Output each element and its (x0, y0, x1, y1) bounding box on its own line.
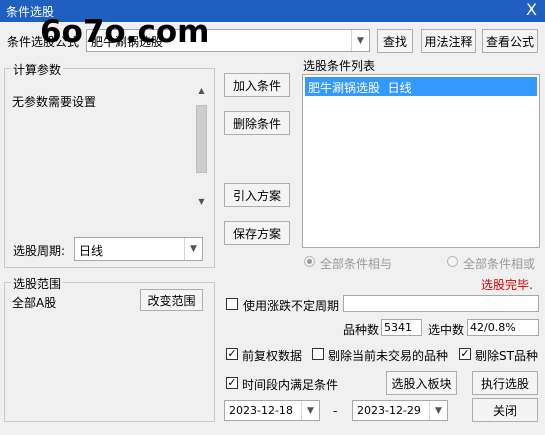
date-separator: - (333, 404, 338, 418)
chevron-down-icon[interactable]: ▼ (351, 30, 369, 51)
usage-button[interactable]: 用法注释 (421, 29, 476, 53)
delete-condition-button[interactable]: 删除条件 (224, 111, 290, 135)
exclude-st-checkbox[interactable]: ✓ (459, 348, 471, 360)
import-plan-button[interactable]: 引入方案 (224, 183, 290, 207)
close-button[interactable]: 关闭 (472, 398, 538, 422)
scroll-up-icon[interactable]: ▲ (194, 83, 209, 98)
stock-count-field: 5341 (381, 319, 422, 336)
exclude-untraded-checkbox[interactable] (312, 348, 324, 360)
scroll-down-icon[interactable]: ▼ (194, 194, 209, 209)
time-range-label: 时间段内满足条件 (242, 378, 339, 392)
view-formula-button[interactable]: 查看公式 (482, 29, 538, 53)
condition-list[interactable]: 肥牛涮锅选股 日线 (302, 74, 540, 248)
no-params-text: 无参数需要设置 (12, 95, 97, 109)
list-item-label: 肥牛涮锅选股 日线 (308, 81, 412, 95)
selected-count-value: 42/0.8% (470, 321, 516, 334)
params-scrollbar[interactable]: ▲ ▼ (194, 83, 209, 209)
variable-period-input[interactable] (343, 295, 539, 312)
status-text: 选股完毕. (481, 278, 533, 292)
exclude-untraded-label: 剔除当前未交易的品种 (328, 349, 449, 363)
watermark: 6o7o.com (40, 14, 210, 50)
or-radio-label: 全部条件相或 (463, 257, 536, 271)
start-date-value: 2023-12-18 (229, 404, 293, 417)
stock-count-value: 5341 (384, 321, 412, 334)
run-button[interactable]: 执行选股 (472, 371, 538, 395)
end-date-value: 2023-12-29 (357, 404, 421, 417)
and-radio-label: 全部条件相与 (320, 257, 393, 271)
add-condition-button[interactable]: 加入条件 (224, 73, 290, 97)
save-plan-button[interactable]: 保存方案 (224, 221, 290, 245)
period-select-value: 日线 (79, 244, 104, 258)
chevron-down-icon[interactable]: ▼ (184, 238, 202, 260)
pre-adjust-checkbox[interactable]: ✓ (226, 348, 238, 360)
pre-adjust-label: 前复权数据 (242, 349, 303, 363)
chevron-down-icon[interactable]: ▼ (301, 401, 319, 420)
scope-group-label: 选股范围 (11, 275, 64, 292)
period-label: 选股周期: (13, 244, 66, 258)
selected-count-field: 42/0.8% (467, 319, 539, 336)
close-icon[interactable]: X (526, 0, 537, 20)
find-button[interactable]: 查找 (377, 29, 413, 53)
variable-period-checkbox[interactable] (226, 298, 238, 310)
time-range-checkbox[interactable]: ✓ (226, 377, 238, 389)
or-radio[interactable] (447, 256, 458, 267)
variable-period-label: 使用涨跌不定周期 (243, 299, 340, 313)
selected-count-label: 选中数 (428, 323, 465, 337)
end-date-picker[interactable]: 2023-12-29 ▼ (352, 400, 448, 421)
list-item[interactable]: 肥牛涮锅选股 日线 (305, 77, 537, 96)
change-scope-button[interactable]: 改变范围 (140, 289, 203, 311)
to-block-button[interactable]: 选股入板块 (386, 371, 457, 395)
condition-list-label: 选股条件列表 (303, 59, 376, 73)
start-date-picker[interactable]: 2023-12-18 ▼ (224, 400, 320, 421)
chevron-down-icon[interactable]: ▼ (429, 401, 447, 420)
and-radio[interactable] (304, 256, 315, 267)
scroll-thumb[interactable] (196, 105, 207, 173)
period-select[interactable]: 日线 ▼ (74, 237, 203, 261)
scope-value: 全部A股 (12, 296, 57, 310)
scope-group: 选股范围 全部A股 改变范围 (4, 275, 215, 422)
stock-count-label: 品种数 (343, 323, 380, 337)
params-group: 计算参数 无参数需要设置 ▲ ▼ 选股周期: 日线 ▼ (4, 61, 215, 268)
exclude-st-label: 剔除ST品种 (475, 349, 538, 363)
params-group-label: 计算参数 (11, 61, 64, 78)
